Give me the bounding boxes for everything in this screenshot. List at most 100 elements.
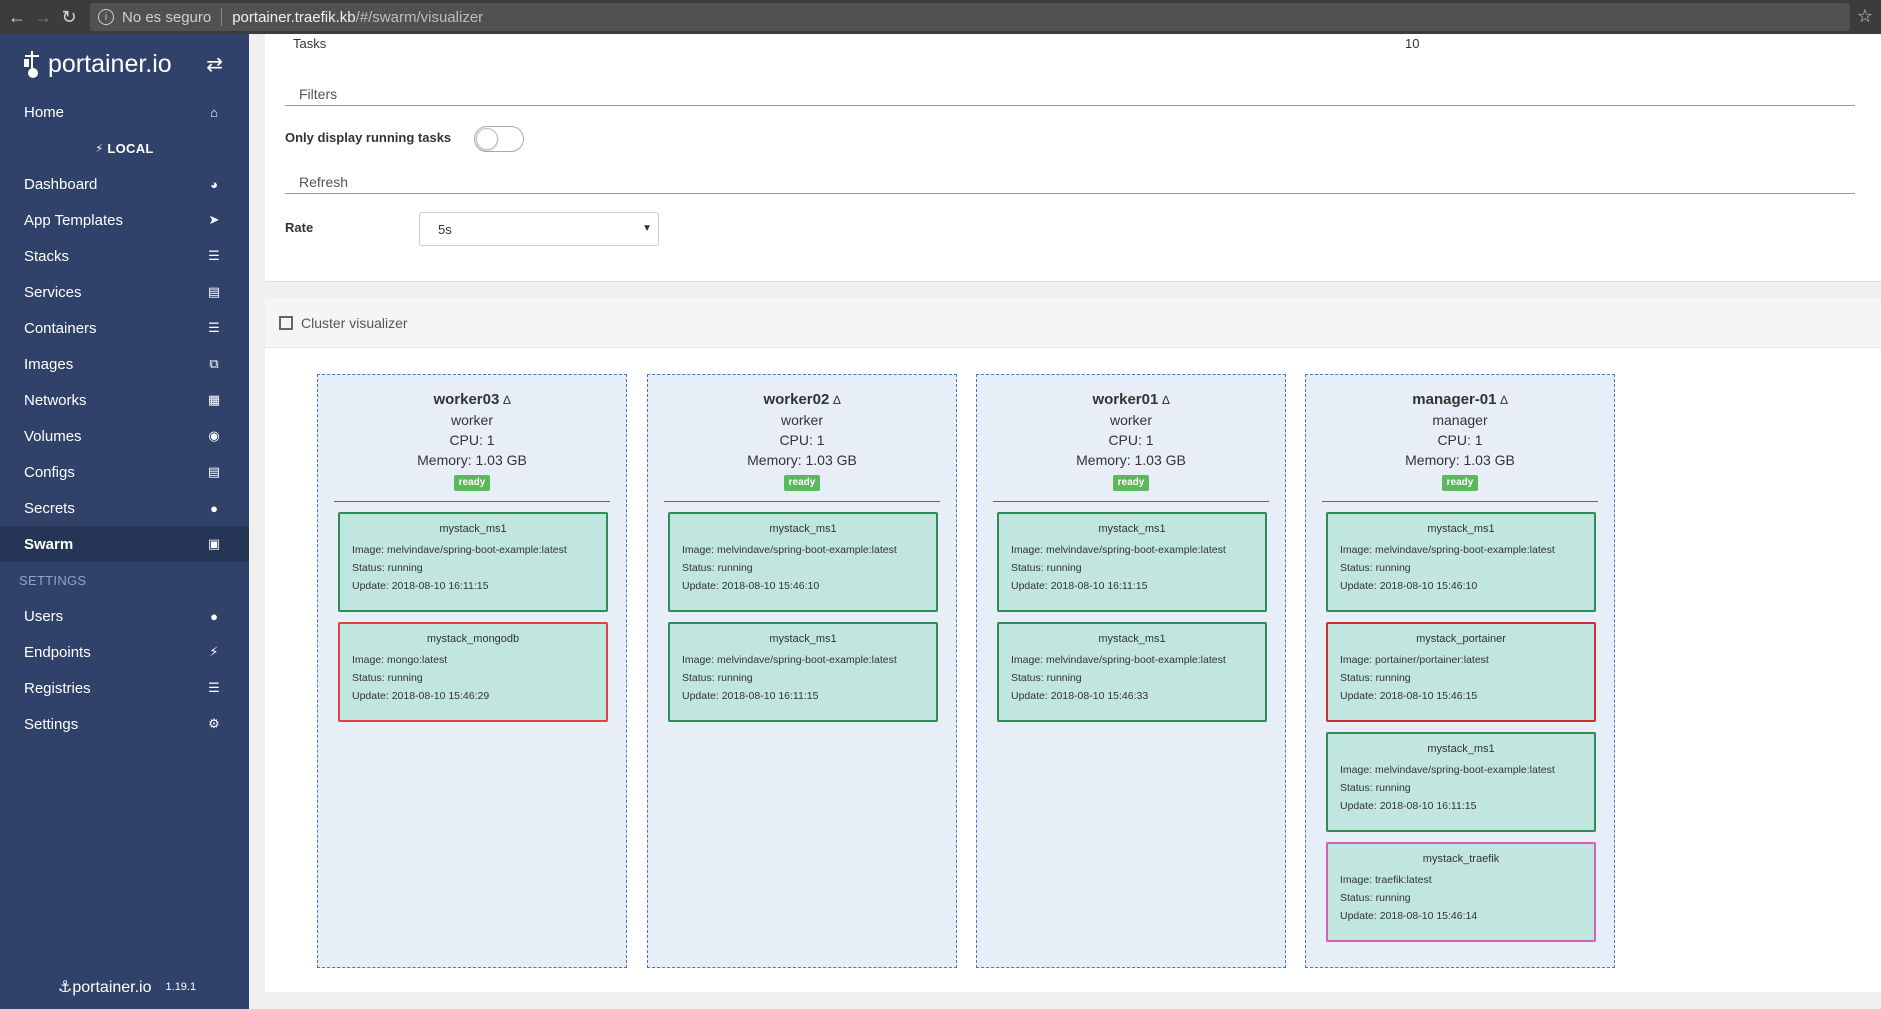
toggle-knob — [476, 128, 498, 150]
task-name: mystack_ms1 — [1098, 633, 1166, 645]
sidebar-item-swarm[interactable]: Swarm ▣ — [0, 526, 249, 562]
node-cpu: CPU: 1 — [449, 432, 495, 448]
task-card[interactable]: mystack_ms1 Image: melvindave/spring-boot… — [1326, 732, 1596, 832]
sidebar-item-services[interactable]: Services ▤ — [0, 274, 249, 310]
portainer-crane-icon — [24, 51, 39, 78]
browser-toolbar: ← → ↻ i No es seguro portainer.traefik.k… — [0, 0, 1881, 34]
database-icon: ☰ — [208, 680, 220, 695]
task-update: Update: 2018-08-10 15:46:33 — [1011, 690, 1149, 702]
sidebar-item-settings[interactable]: Settings ⚙ — [0, 706, 249, 742]
sidebar-item-configs[interactable]: Configs ▤ — [0, 454, 249, 490]
node-status-row: ready — [648, 470, 956, 491]
list-alt-icon: ▤ — [207, 284, 221, 299]
endpoint-name: LOCAL — [107, 140, 154, 156]
rate-label: Rate — [285, 220, 314, 235]
version-label: 1.19.1 — [165, 981, 197, 993]
node-divider — [1322, 501, 1598, 502]
sidebar-item-label: Endpoints — [24, 643, 91, 661]
visualizer-title: Cluster visualizer — [301, 314, 408, 331]
rocket-icon: ➤ — [208, 212, 220, 227]
address-bar[interactable]: i No es seguro portainer.traefik.kb/#/sw… — [90, 3, 1850, 31]
linux-icon: ∆ — [1500, 393, 1508, 407]
sidebar-item-label: Networks — [24, 391, 87, 409]
tasks-label: Tasks — [293, 36, 327, 51]
task-card[interactable]: mystack_ms1 Image: melvindave/spring-boot… — [668, 512, 938, 612]
task-status: Status: running — [1011, 562, 1082, 574]
task-update: Update: 2018-08-10 16:11:15 — [1011, 580, 1148, 592]
dashboard-icon: ◕ — [210, 176, 218, 192]
sidebar-item-label: Services — [24, 283, 82, 301]
sidebar-item-networks[interactable]: Networks ▦ — [0, 382, 249, 418]
sidebar-item-label: Swarm — [24, 535, 74, 553]
object-group-icon — [279, 315, 293, 330]
task-name: mystack_portainer — [1416, 633, 1506, 645]
portainer-logo[interactable]: portainer.io — [22, 49, 172, 79]
node-title-row: worker03 ∆ — [318, 389, 626, 410]
visualizer-header: Cluster visualizer — [265, 298, 1881, 348]
task-card[interactable]: mystack_portainer Image: portainer/portai… — [1326, 622, 1596, 722]
linux-icon: ∆ — [1162, 393, 1170, 407]
chevron-down-icon: ▼ — [642, 223, 652, 234]
sidebar-item-secrets[interactable]: Secrets ● — [0, 490, 249, 526]
sidebar-item-users[interactable]: Users ● — [0, 598, 249, 634]
task-update: Update: 2018-08-10 15:46:10 — [1340, 580, 1478, 592]
task-card[interactable]: mystack_ms1 Image: melvindave/spring-boot… — [668, 622, 938, 722]
running-tasks-toggle[interactable] — [474, 126, 524, 152]
task-card[interactable]: mystack_ms1 Image: melvindave/spring-boot… — [1326, 512, 1596, 612]
node-name: worker01 — [1092, 391, 1159, 408]
sidebar-item-home[interactable]: Home ⌂ — [0, 94, 249, 130]
sidebar: portainer.io ⇄ Home ⌂ ⚡ LOCAL Dashboard … — [0, 34, 249, 1009]
bookmark-star-icon[interactable]: ☆ — [1857, 6, 1873, 27]
sidebar-item-app-templates[interactable]: App Templates ➤ — [0, 202, 249, 238]
task-card[interactable]: mystack_ms1 Image: melvindave/spring-boot… — [997, 512, 1267, 612]
status-badge: ready — [783, 475, 821, 491]
sidebar-item-images[interactable]: Images ⧉ — [0, 346, 249, 382]
sidebar-item-label: Stacks — [24, 247, 70, 265]
sidebar-item-registries[interactable]: Registries ☰ — [0, 670, 249, 706]
task-name: mystack_traefik — [1422, 853, 1500, 865]
task-update: Update: 2018-08-10 15:46:10 — [682, 580, 820, 592]
task-image: Image: melvindave/spring-boot-example:la… — [1011, 654, 1226, 666]
task-name: mystack_ms1 — [1427, 743, 1495, 755]
server-icon: ☰ — [208, 320, 220, 335]
sidebar-item-label: Images — [24, 355, 74, 373]
rate-select[interactable]: 5s ▼ — [419, 212, 659, 246]
node-role: worker — [450, 412, 493, 428]
node-title-row: worker01 ∆ — [977, 389, 1285, 410]
tasks-row: Tasks 10 — [293, 36, 1873, 51]
sidebar-item-containers[interactable]: Containers ☰ — [0, 310, 249, 346]
task-card[interactable]: mystack_ms1 Image: melvindave/spring-boot… — [997, 622, 1267, 722]
back-arrow-icon[interactable]: ← — [4, 4, 30, 30]
sidebar-item-label: App Templates — [24, 211, 123, 229]
info-icon[interactable]: i — [98, 9, 114, 25]
address-separator — [221, 8, 223, 26]
brand-name: portainer.io — [48, 49, 172, 78]
task-name: mystack_ms1 — [1098, 523, 1166, 535]
exchange-icon[interactable]: ⇄ — [206, 52, 223, 77]
node-name: worker03 — [433, 391, 500, 408]
sidebar-item-dashboard[interactable]: Dashboard ◕ — [0, 166, 249, 202]
node-memory: Memory: 1.03 GB — [1405, 452, 1515, 468]
task-card[interactable]: mystack_ms1 Image: melvindave/spring-boot… — [338, 512, 608, 612]
task-card[interactable]: mystack_mongodb Image: mongo:latest Status… — [338, 622, 608, 722]
sidebar-item-stacks[interactable]: Stacks ☰ — [0, 238, 249, 274]
task-status: Status: running — [352, 672, 423, 684]
node-memory: Memory: 1.03 GB — [417, 452, 527, 468]
sidebar-item-label: Configs — [24, 463, 75, 481]
task-image: Image: melvindave/spring-boot-example:la… — [682, 544, 897, 556]
sidebar-item-label: Users — [24, 607, 64, 625]
sidebar-item-endpoints[interactable]: Endpoints ⚡ — [0, 634, 249, 670]
filters-legend: Filters — [285, 86, 1855, 106]
task-update: Update: 2018-08-10 15:46:15 — [1340, 690, 1478, 702]
cluster-visualizer-panel: Cluster visualizer worker03 ∆ worker CPU: … — [265, 298, 1881, 992]
task-name: mystack_mongodb — [426, 633, 520, 645]
node-name: worker02 — [763, 391, 830, 408]
task-image: Image: mongo:latest — [352, 654, 448, 666]
task-name: mystack_ms1 — [769, 523, 837, 535]
task-card[interactable]: mystack_traefik Image: traefik:latest Stat… — [1326, 842, 1596, 942]
forward-arrow-icon[interactable]: → — [30, 4, 56, 30]
settings-heading: SETTINGS — [19, 572, 87, 588]
status-badge: ready — [1441, 475, 1479, 491]
sidebar-item-volumes[interactable]: Volumes ◉ — [0, 418, 249, 454]
reload-icon[interactable]: ↻ — [56, 4, 82, 30]
